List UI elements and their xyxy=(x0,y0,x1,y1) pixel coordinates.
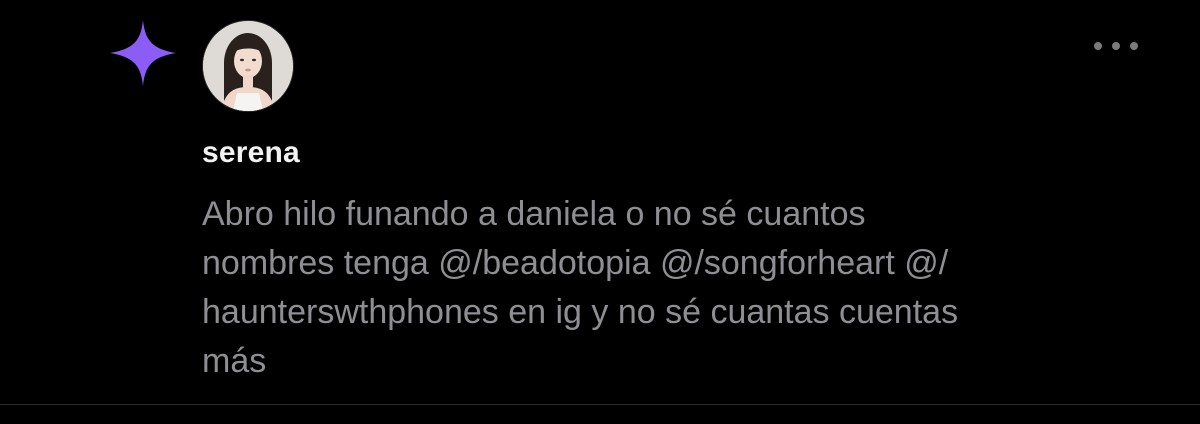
post-text-line: nombres tenga @/beadotopia @/songforhear… xyxy=(202,244,949,282)
more-options-icon[interactable] xyxy=(1094,36,1138,56)
more-dot xyxy=(1112,42,1120,50)
avatar[interactable] xyxy=(203,21,293,111)
post-card: serena Abro hilo funando a daniela o no … xyxy=(0,0,1200,424)
post-author[interactable]: serena xyxy=(202,136,300,170)
more-dot xyxy=(1094,42,1102,50)
post-text: Abro hilo funando a daniela o no sé cuan… xyxy=(202,190,1162,386)
sparkle-icon xyxy=(108,18,178,88)
post-text-line: más xyxy=(202,342,267,380)
post-text-line: haunterswthphones en ig y no sé cuantas … xyxy=(202,293,959,331)
more-dot xyxy=(1130,42,1138,50)
divider xyxy=(0,404,1200,405)
post-text-line: Abro hilo funando a daniela o no sé cuan… xyxy=(202,195,866,233)
